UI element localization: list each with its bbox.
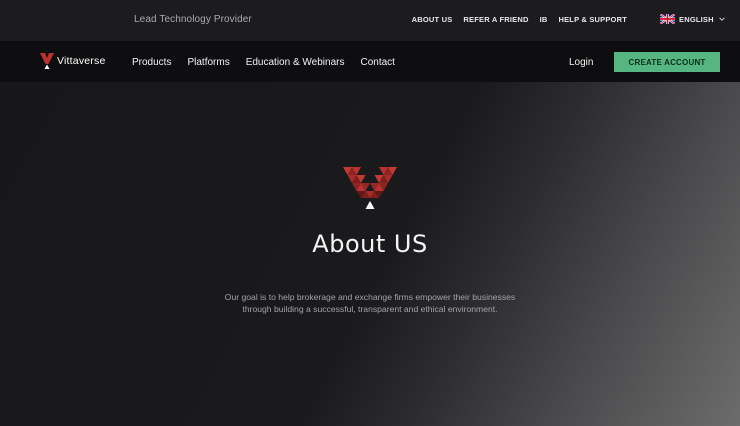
vittaverse-emblem-icon — [343, 167, 397, 209]
chevron-down-icon — [719, 17, 725, 21]
brand-logo[interactable]: Vittaverse — [40, 53, 106, 69]
hero-description: Our goal is to help brokerage and exchan… — [224, 292, 516, 314]
language-selector[interactable]: ENGLISH — [660, 14, 726, 24]
refer-a-friend-link[interactable]: REFER A FRIEND — [463, 15, 528, 24]
primary-nav: Products Platforms Education & Webinars … — [132, 57, 395, 68]
uk-flag-icon — [660, 14, 675, 24]
top-utility-bar: Lead Technology Provider ABOUT US REFER … — [0, 0, 740, 41]
ib-link[interactable]: IB — [540, 15, 548, 24]
create-account-button[interactable]: CREATE ACCOUNT — [614, 52, 720, 72]
tagline: Lead Technology Provider — [134, 14, 252, 25]
help-support-link[interactable]: HELP & SUPPORT — [558, 15, 627, 24]
utility-links: ABOUT US REFER A FRIEND IB HELP & SUPPOR… — [412, 15, 627, 24]
login-link[interactable]: Login — [569, 57, 593, 68]
vittaverse-logo-icon — [40, 53, 54, 69]
nav-item-platforms[interactable]: Platforms — [187, 57, 229, 68]
hero-section: About US Our goal is to help brokerage a… — [0, 82, 740, 426]
page-title: About US — [312, 230, 428, 258]
brand-name: Vittaverse — [57, 55, 106, 67]
about-us-link[interactable]: ABOUT US — [412, 15, 453, 24]
nav-item-education-webinars[interactable]: Education & Webinars — [246, 57, 345, 68]
nav-item-products[interactable]: Products — [132, 57, 171, 68]
language-label: ENGLISH — [679, 14, 714, 24]
nav-item-contact[interactable]: Contact — [360, 57, 394, 68]
